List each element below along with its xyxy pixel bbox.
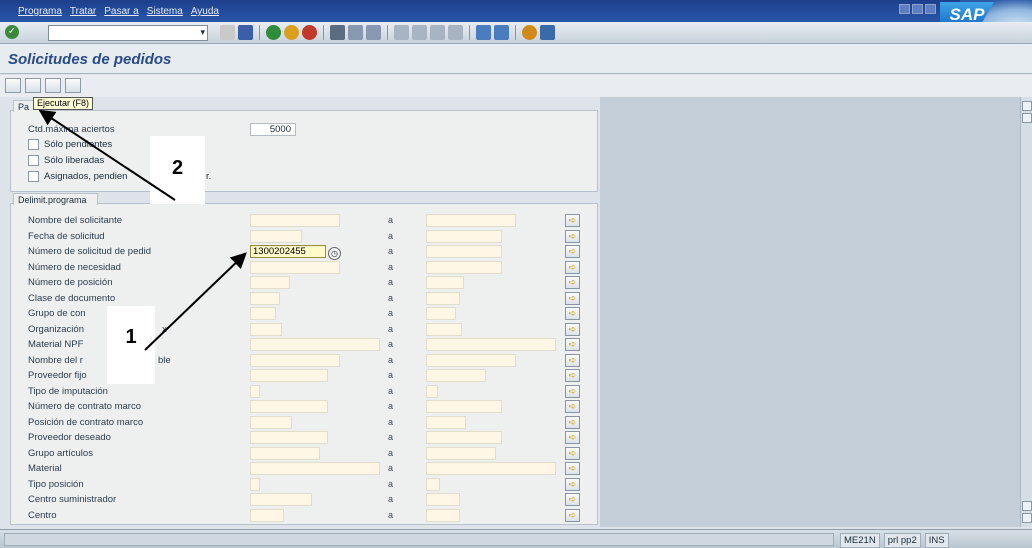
status-transaction[interactable]: ME21N <box>840 533 880 548</box>
status-bar: ME21N prl pp2 INS <box>0 529 1032 548</box>
annotation-arrows <box>38 109 247 351</box>
status-message-area <box>4 533 834 546</box>
status-info: ME21N prl pp2 INS <box>840 533 949 548</box>
arrow-2 <box>38 109 176 201</box>
arrow-1 <box>144 252 247 351</box>
status-server: prl pp2 <box>883 533 921 548</box>
status-mode[interactable]: INS <box>924 533 949 548</box>
